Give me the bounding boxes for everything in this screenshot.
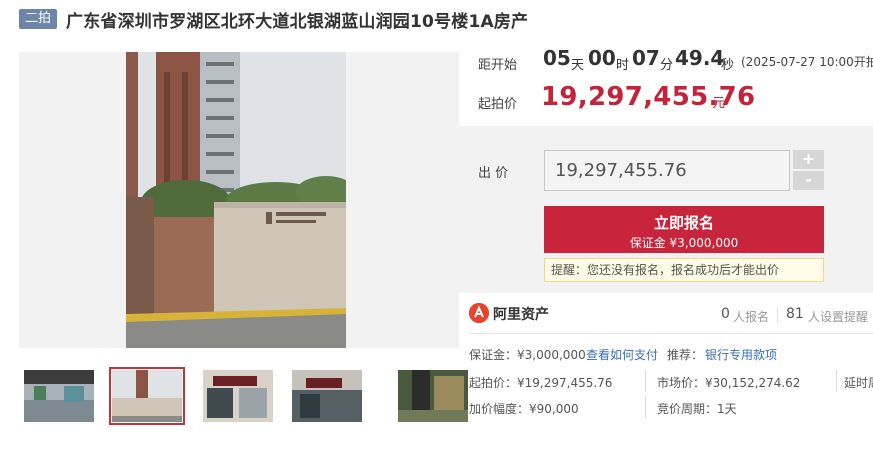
thumbnail-4[interactable] [292, 370, 362, 422]
info-col-divider-1 [645, 370, 646, 392]
market-price-info: 市场价：¥30,152,274.62 [657, 376, 801, 390]
recommend-label: 推荐： [667, 348, 704, 362]
countdown-days: 05 [543, 46, 571, 70]
alibaba-asset-logo-icon [469, 303, 489, 323]
delay-info: 延时周 [844, 376, 873, 390]
info-divider [469, 333, 873, 334]
increment-info: 加价幅度：¥90,000 [469, 402, 579, 416]
thumbnail-1[interactable] [24, 370, 94, 422]
page-title: 广东省深圳市罗湖区北环大道北银湖蓝山润园10号楼1A房产 [66, 12, 529, 32]
start-price-info: 起拍价：¥19,297,455.76 [469, 376, 613, 390]
bidding-cycle-info: 竞价周期：1天 [657, 402, 737, 416]
countdown-seconds: 49.4 [675, 46, 725, 70]
signup-deposit-label: 保证金 ¥3,000,000 [629, 236, 739, 250]
info-col-divider-2 [836, 370, 837, 392]
countdown-minutes-unit: 分 [660, 58, 674, 73]
building-photo [126, 52, 346, 348]
starting-price-unit: 元 [712, 96, 726, 111]
starting-price-label: 起拍价 [478, 97, 518, 112]
brand-name: 阿里资产 [493, 307, 549, 323]
auction-round-badge: 二拍 [19, 9, 57, 29]
bid-label: 出 价 [478, 166, 509, 181]
stats-divider [777, 308, 778, 322]
bank-special-payment-link[interactable]: 银行专用款项 [705, 346, 777, 363]
signup-count: 0 [721, 306, 730, 322]
signup-button-label: 立即报名 [653, 214, 714, 232]
thumbnail-5[interactable] [398, 370, 468, 422]
how-to-pay-link[interactable]: 查看如何支付 [586, 346, 658, 363]
decrease-bid-button[interactable]: - [793, 171, 824, 190]
main-image[interactable] [19, 52, 459, 348]
countdown-hours-unit: 时 [616, 58, 630, 73]
building-photo-svg [126, 52, 346, 348]
countdown-label: 距开始 [478, 58, 518, 73]
bid-amount-input[interactable]: 19,297,455.76 [544, 150, 790, 191]
signup-button[interactable]: 立即报名 保证金 ¥3,000,000 [544, 206, 824, 253]
increase-bid-button[interactable]: + [793, 150, 824, 169]
brand: 阿里资产 [469, 301, 589, 325]
signup-reminder-tip: 提醒：您还没有报名，报名成功后才能出价 [544, 258, 824, 282]
countdown-hours: 00 [588, 46, 616, 70]
reminder-count-label: 人设置提醒 [808, 310, 869, 324]
thumbnail-3[interactable] [203, 370, 273, 422]
info-col-divider-3 [645, 396, 646, 418]
countdown-seconds-unit: 秒 [721, 58, 735, 73]
signup-count-label: 人报名 [733, 310, 770, 324]
countdown-minutes: 07 [632, 46, 660, 70]
reminder-count: 81 [786, 306, 804, 322]
auction-start-time: (2025-07-27 10:00开拍) [741, 55, 873, 69]
countdown-days-unit: 天 [571, 58, 585, 73]
deposit-info: 保证金：¥3,000,000 [469, 348, 586, 362]
thumbnail-2[interactable] [109, 367, 185, 425]
title-bar: 二拍 广东省深圳市罗湖区北环大道北银湖蓝山润园10号楼1A房产 [0, 0, 873, 38]
